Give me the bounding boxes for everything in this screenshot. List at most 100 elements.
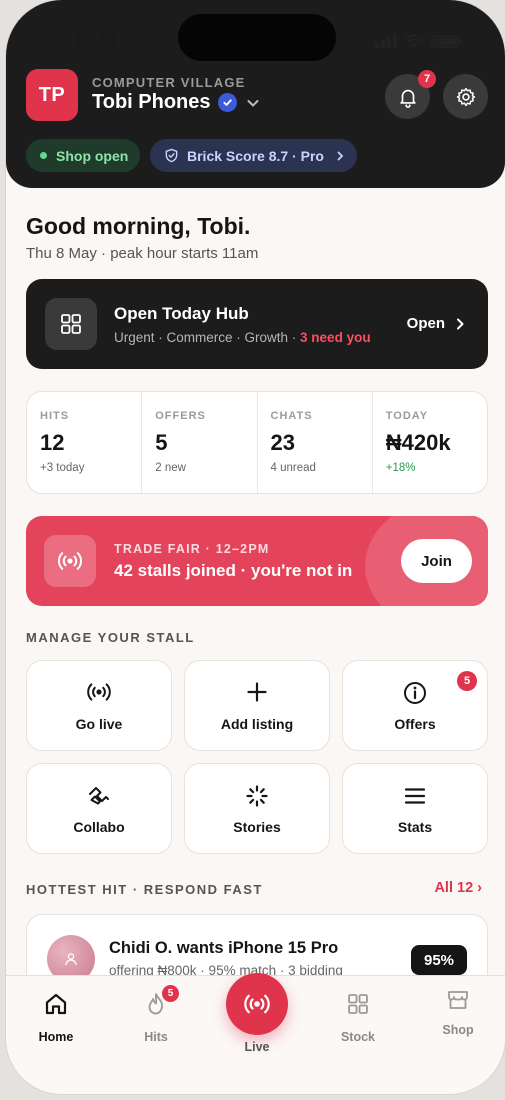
brick-score-pill[interactable]: Brick Score 8.7 · Pro xyxy=(150,139,357,172)
tile-label: Stats xyxy=(397,819,433,835)
go-live-tile[interactable]: Go live xyxy=(26,660,172,751)
store-icon xyxy=(448,991,468,1009)
grid-icon xyxy=(45,298,97,350)
stat-offers[interactable]: OFFERS 5 2 new xyxy=(142,392,258,493)
tile-label: Collabo xyxy=(73,819,125,835)
today-hub-open-button[interactable]: Open xyxy=(407,315,466,332)
today-hub-title: Open Today Hub xyxy=(114,304,249,323)
bottom-tab-bar: Home 5 Hits Live Stock Shop xyxy=(6,973,505,1094)
phone-frame: 9:41 TP COMPUTER VILLAGE Tobi Phones 7 S… xyxy=(6,0,505,1094)
shield-check-icon xyxy=(165,148,178,163)
chevron-down-icon xyxy=(247,99,259,106)
match-badge: 95% xyxy=(411,945,467,975)
stats-card: HITS 12 +3 today OFFERS 5 2 new CHATS 23… xyxy=(26,391,488,494)
wifi-icon xyxy=(405,34,423,48)
trade-fair-time: TRADE FAIR · 12–2PM xyxy=(114,542,270,556)
tab-stock[interactable]: Stock xyxy=(318,990,398,1044)
stat-sub: 2 new xyxy=(155,462,186,474)
tab-home[interactable]: Home xyxy=(16,990,96,1044)
home-icon xyxy=(45,993,67,1015)
menu-icon xyxy=(404,788,426,804)
stat-chats[interactable]: CHATS 23 4 unread xyxy=(258,392,373,493)
tab-label: Shop xyxy=(442,1023,474,1037)
hottest-hit-heading: HOTTEST HIT · RESPOND FAST xyxy=(26,882,263,897)
today-hub-categories: Urgent · Commerce · Growth · xyxy=(114,330,301,345)
chevron-right-icon xyxy=(457,318,464,329)
stat-value: 23 xyxy=(270,430,295,455)
today-hub-subtitle: Urgent · Commerce · Growth · 3 need you xyxy=(114,330,371,345)
hits-count-badge: 5 xyxy=(162,985,179,1002)
tile-label: Offers xyxy=(394,716,436,732)
trade-fair-banner[interactable]: TRADE FAIR · 12–2PM 42 stalls joined · y… xyxy=(26,516,488,606)
collabo-tile[interactable]: Collabo xyxy=(26,763,172,854)
trade-fair-title: 42 stalls joined · you're not in xyxy=(114,561,353,580)
tab-label: Home xyxy=(38,1030,74,1044)
all-hits-link[interactable]: All 12 › xyxy=(434,880,482,896)
stat-value: 5 xyxy=(155,430,168,455)
add-listing-tile[interactable]: Add listing xyxy=(184,660,330,751)
settings-button[interactable] xyxy=(443,74,488,119)
handshake-icon xyxy=(89,787,109,805)
offers-count-badge: 5 xyxy=(457,671,477,691)
grid-icon xyxy=(348,994,368,1014)
hit-title: Chidi O. wants iPhone 15 Pro xyxy=(109,939,339,957)
info-icon xyxy=(404,682,426,704)
tab-shop[interactable]: Shop xyxy=(418,986,498,1037)
status-time: 9:41 xyxy=(76,30,121,53)
shop-switcher[interactable]: Tobi Phones xyxy=(92,91,260,114)
stat-sub: +3 today xyxy=(40,462,85,474)
tab-label: Hits xyxy=(144,1030,168,1044)
stat-label: CHATS xyxy=(270,410,313,422)
stat-value: ₦420k xyxy=(385,430,451,455)
verified-icon xyxy=(217,93,237,112)
gear-icon xyxy=(456,87,475,106)
go-live-button[interactable] xyxy=(226,973,288,1035)
tile-label: Stories xyxy=(233,819,281,835)
stat-sub: +18% xyxy=(385,462,416,474)
shop-header: 9:41 TP COMPUTER VILLAGE Tobi Phones 7 S… xyxy=(6,0,505,188)
shop-status-label: Shop open xyxy=(56,147,129,164)
broadcast-icon xyxy=(44,535,96,587)
broadcast-icon xyxy=(87,683,111,701)
tile-label: Add listing xyxy=(220,716,294,732)
today-hub-need-count: 3 need you xyxy=(300,330,371,345)
stat-hits[interactable]: HITS 12 +3 today xyxy=(27,392,143,493)
shop-location: COMPUTER VILLAGE xyxy=(92,75,246,90)
stat-value: 12 xyxy=(40,430,65,455)
shop-status-pill[interactable]: Shop open xyxy=(26,139,140,172)
offers-tile[interactable]: Offers 5 xyxy=(342,660,488,751)
stat-sub: 4 unread xyxy=(270,462,316,474)
user-icon xyxy=(65,953,77,966)
today-hub-card[interactable]: Open Today Hub Urgent · Commerce · Growt… xyxy=(26,279,488,369)
greeting-subtitle: Thu 8 May · peak hour starts 11am xyxy=(26,245,259,262)
tile-label: Go live xyxy=(75,716,123,732)
notification-count-badge: 7 xyxy=(418,70,436,88)
greeting-title: Good morning, Tobi. xyxy=(26,213,251,239)
battery-icon xyxy=(431,34,462,48)
stat-label: OFFERS xyxy=(155,410,206,422)
stat-today[interactable]: TODAY ₦420k +18% xyxy=(373,392,487,493)
status-bar: 9:41 xyxy=(6,0,505,70)
loader-icon xyxy=(246,785,268,807)
chevron-right-icon xyxy=(337,151,343,160)
shop-avatar[interactable]: TP xyxy=(26,69,78,121)
status-dot xyxy=(40,152,47,159)
bell-icon xyxy=(399,89,416,108)
today-hub-open-label: Open xyxy=(406,315,445,332)
tab-label: Stock xyxy=(340,1030,376,1044)
manage-stall-heading: MANAGE YOUR STALL xyxy=(26,630,195,645)
dynamic-island xyxy=(178,14,336,61)
join-button[interactable]: Join xyxy=(401,539,472,583)
tab-hits[interactable]: 5 Hits xyxy=(116,985,196,1044)
broadcast-icon xyxy=(244,994,270,1014)
brick-score-label: Brick Score 8.7 · Pro xyxy=(187,147,324,164)
stat-label: TODAY xyxy=(385,410,429,422)
shop-name: Tobi Phones xyxy=(92,91,211,113)
stat-label: HITS xyxy=(40,410,70,422)
stats-tile[interactable]: Stats xyxy=(342,763,488,854)
status-icons xyxy=(375,34,462,48)
stories-tile[interactable]: Stories xyxy=(184,763,330,854)
tab-label-live: Live xyxy=(244,1040,270,1054)
plus-icon xyxy=(247,682,267,702)
notifications-button[interactable]: 7 xyxy=(385,70,436,119)
